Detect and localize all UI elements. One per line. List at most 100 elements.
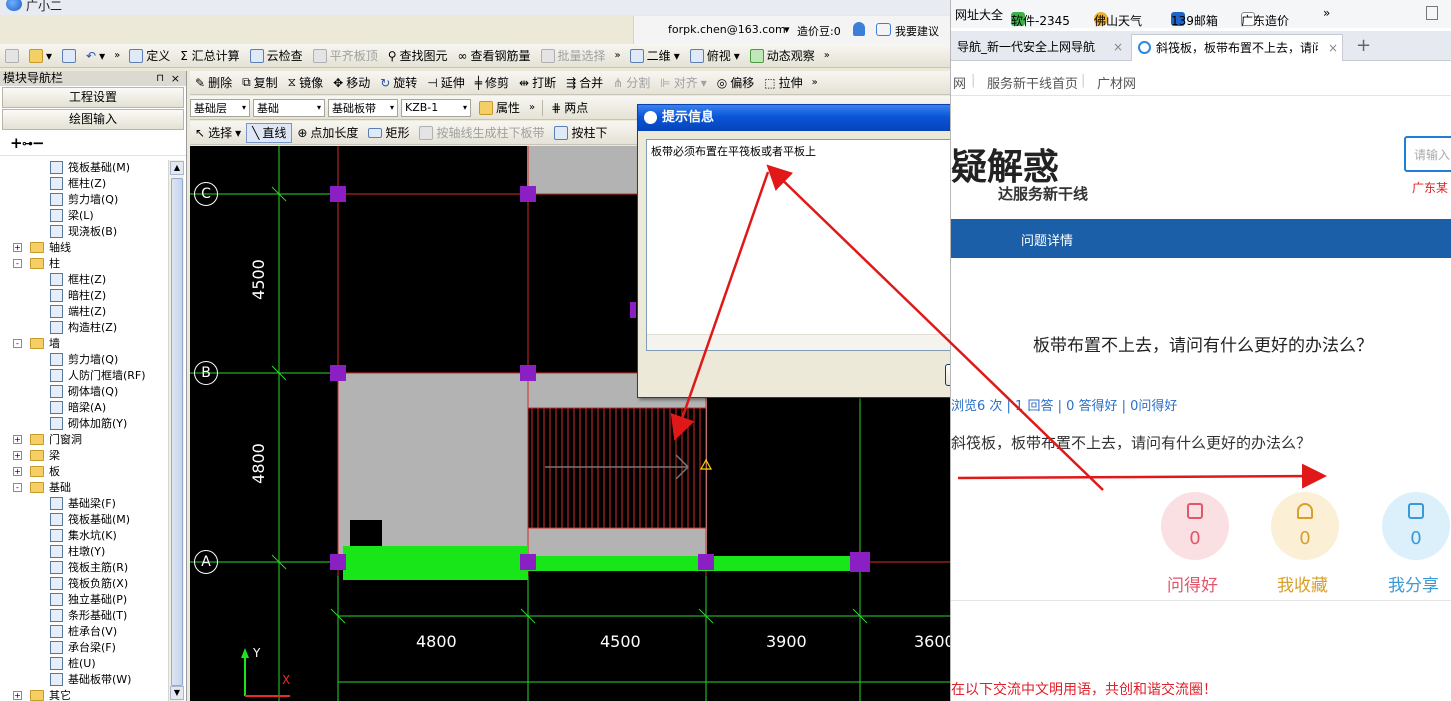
tree-item[interactable]: 暗柱(Z) <box>0 288 168 304</box>
tree-folder[interactable]: + 其它 <box>0 688 168 701</box>
site-nav-home[interactable]: 服务新干线首页 <box>987 73 1078 92</box>
gen-strip-by-axis-button[interactable]: 按轴线生成柱下板带 <box>414 123 549 143</box>
expand-icon[interactable]: + <box>13 691 22 700</box>
tree-item[interactable]: 筏板基础(M) <box>0 160 168 176</box>
tree-item[interactable]: 暗梁(A) <box>0 400 168 416</box>
top-city-link[interactable]: 广东某 <box>1412 179 1448 196</box>
expand-icon[interactable]: + <box>13 467 22 476</box>
tree-item[interactable]: 承台梁(F) <box>0 640 168 656</box>
toolbar-more-button[interactable]: » <box>110 50 124 61</box>
top-view-dropdown[interactable]: 俯视 ▾ <box>685 46 745 66</box>
tree-item[interactable]: 梁(L) <box>0 208 168 224</box>
tree-item[interactable]: 集水坑(K) <box>0 528 168 544</box>
tree-folder[interactable]: + 门窗洞 <box>0 432 168 448</box>
dialog-hscrollbar[interactable] <box>647 334 950 350</box>
trim-button[interactable]: ╪ 修剪 <box>470 73 514 93</box>
tree-folder[interactable]: + 梁 <box>0 448 168 464</box>
merge-button[interactable]: ⇶ 合并 <box>561 73 608 93</box>
tree-folder[interactable]: + 轴线 <box>0 240 168 256</box>
toolbar-more-button-3[interactable]: » <box>820 50 834 61</box>
bell-icon[interactable] <box>853 22 865 36</box>
menu-icon[interactable] <box>1426 6 1438 20</box>
collapse-icon[interactable]: - <box>13 339 22 348</box>
bookmark-nav[interactable]: 网址大全 <box>955 6 1003 23</box>
drawing-input-button[interactable]: 绘图输入 <box>2 109 184 130</box>
tree-item[interactable]: 人防门框墙(RF) <box>0 368 168 384</box>
summary-calc-button[interactable]: Σ 汇总计算 <box>175 46 244 66</box>
dynamic-view-button[interactable]: 动态观察 <box>745 46 820 66</box>
tree-item[interactable]: 条形基础(T) <box>0 608 168 624</box>
tab-question[interactable]: 斜筏板，板带布置不上去，请问有 × <box>1131 34 1343 61</box>
tree-folder[interactable]: -墙 <box>0 336 168 352</box>
tree-item[interactable]: 独立基础(P) <box>0 592 168 608</box>
element-select[interactable]: KZB-1 ▾ <box>401 98 471 117</box>
tree-item[interactable]: 桩承台(V) <box>0 624 168 640</box>
tree-item[interactable]: 框柱(Z) <box>0 272 168 288</box>
line-tool-button[interactable]: ╲ 直线 <box>246 122 293 143</box>
extend-button[interactable]: ⊣ 延伸 <box>422 73 469 93</box>
site-nav-gcw[interactable]: 广材网 <box>1097 73 1136 92</box>
tree-item[interactable]: 筏板主筋(R) <box>0 560 168 576</box>
tree-folder[interactable]: -柱 <box>0 256 168 272</box>
panel-close-icon[interactable]: × <box>171 71 180 86</box>
two-point-button[interactable]: ⋕ 两点 <box>546 98 593 118</box>
bookmarks-more[interactable]: » <box>1323 6 1330 20</box>
tree-item[interactable]: 基础梁(F) <box>0 496 168 512</box>
floor-select[interactable]: 基础层 ▾ <box>190 98 250 117</box>
copy-button[interactable]: ⧉ 复制 <box>237 73 283 93</box>
tree-item[interactable]: 剪力墙(Q) <box>0 352 168 368</box>
site-nav-item-0[interactable]: 网 <box>953 73 966 92</box>
find-element-button[interactable]: ⚲ 查找图元 <box>383 46 453 66</box>
tree-item[interactable]: 砌体墙(Q) <box>0 384 168 400</box>
tree-item[interactable]: 柱墩(Y) <box>0 544 168 560</box>
like-label[interactable]: 问得好 <box>1167 571 1218 596</box>
tree-folder[interactable]: + 板 <box>0 464 168 480</box>
favorite-label[interactable]: 我收藏 <box>1277 571 1328 596</box>
expand-icon[interactable]: + <box>13 243 22 252</box>
toolbar-more-button-2[interactable]: » <box>611 50 625 61</box>
tree-folder[interactable]: - 基础 <box>0 480 168 496</box>
tree-item[interactable]: 现浇板(B) <box>0 224 168 240</box>
point-length-button[interactable]: ⊕ 点加长度 <box>292 123 363 143</box>
collapse-icon[interactable]: - <box>13 259 22 268</box>
properties-button[interactable]: 属性 <box>474 98 525 118</box>
suggest-link[interactable]: 我要建议 <box>895 23 939 39</box>
type-select[interactable]: 基础板带 ▾ <box>328 98 398 117</box>
question-meta[interactable]: 浏览6 次 | 1 回答 | 0 答得好 | 0问得好 <box>951 395 1177 414</box>
stretch-button[interactable]: ⬚ 拉伸 <box>759 73 807 93</box>
new-tab-button[interactable]: + <box>1356 35 1371 56</box>
selector-toolbar-more-button[interactable]: » <box>525 102 539 113</box>
split-button[interactable]: ⋔ 分割 <box>608 73 655 93</box>
tree-item[interactable]: 构造柱(Z) <box>0 320 168 336</box>
move-button[interactable]: ✥ 移动 <box>328 73 375 93</box>
collapse-icon[interactable]: - <box>13 483 22 492</box>
select-tool-button[interactable]: ↖ 选择 ▾ <box>190 123 246 143</box>
tree-item[interactable]: 基础板带(W) <box>0 672 168 688</box>
tree-item[interactable]: 端柱(Z) <box>0 304 168 320</box>
user-dropdown-icon[interactable]: ▾ <box>784 23 790 36</box>
view-rebar-button[interactable]: ∞ 查看钢筋量 <box>453 46 536 66</box>
tree-item[interactable]: 框柱(Z) <box>0 176 168 192</box>
favorite-button[interactable]: 0 <box>1271 492 1339 560</box>
tab-close-icon[interactable]: × <box>1113 34 1123 60</box>
delete-button[interactable]: ✎ 删除 <box>190 73 237 93</box>
edit-toolbar-more-button[interactable]: » <box>808 77 822 88</box>
offset-button[interactable]: ◎ 偏移 <box>712 73 760 93</box>
user-email[interactable]: forpk.chen@163.com <box>668 23 786 36</box>
undo-button[interactable]: ↶ ▾ <box>81 46 110 66</box>
align-button[interactable]: ⊫ 对齐 ▾ <box>655 73 712 93</box>
collapse-all-icon[interactable]: − <box>32 134 45 152</box>
rectangle-tool-button[interactable]: 矩形 <box>363 123 414 143</box>
share-label[interactable]: 我分享 <box>1388 571 1439 596</box>
align-slab-top-button[interactable]: 平齐板顶 <box>308 46 383 66</box>
tree-item[interactable]: 砌体加筋(Y) <box>0 416 168 432</box>
save-button[interactable] <box>57 46 81 66</box>
mirror-button[interactable]: ⧖ 镜像 <box>283 73 328 93</box>
search-input[interactable]: 请输入 <box>1404 136 1451 172</box>
tree-scrollbar[interactable]: ▲ ▼ <box>168 160 184 701</box>
break-button[interactable]: ⇹ 打断 <box>514 73 561 93</box>
rotate-button[interactable]: ↻ 旋转 <box>375 73 422 93</box>
like-button[interactable]: 0 <box>1161 492 1229 560</box>
expand-icon[interactable]: + <box>13 435 22 444</box>
define-button[interactable]: 定义 <box>124 46 175 66</box>
